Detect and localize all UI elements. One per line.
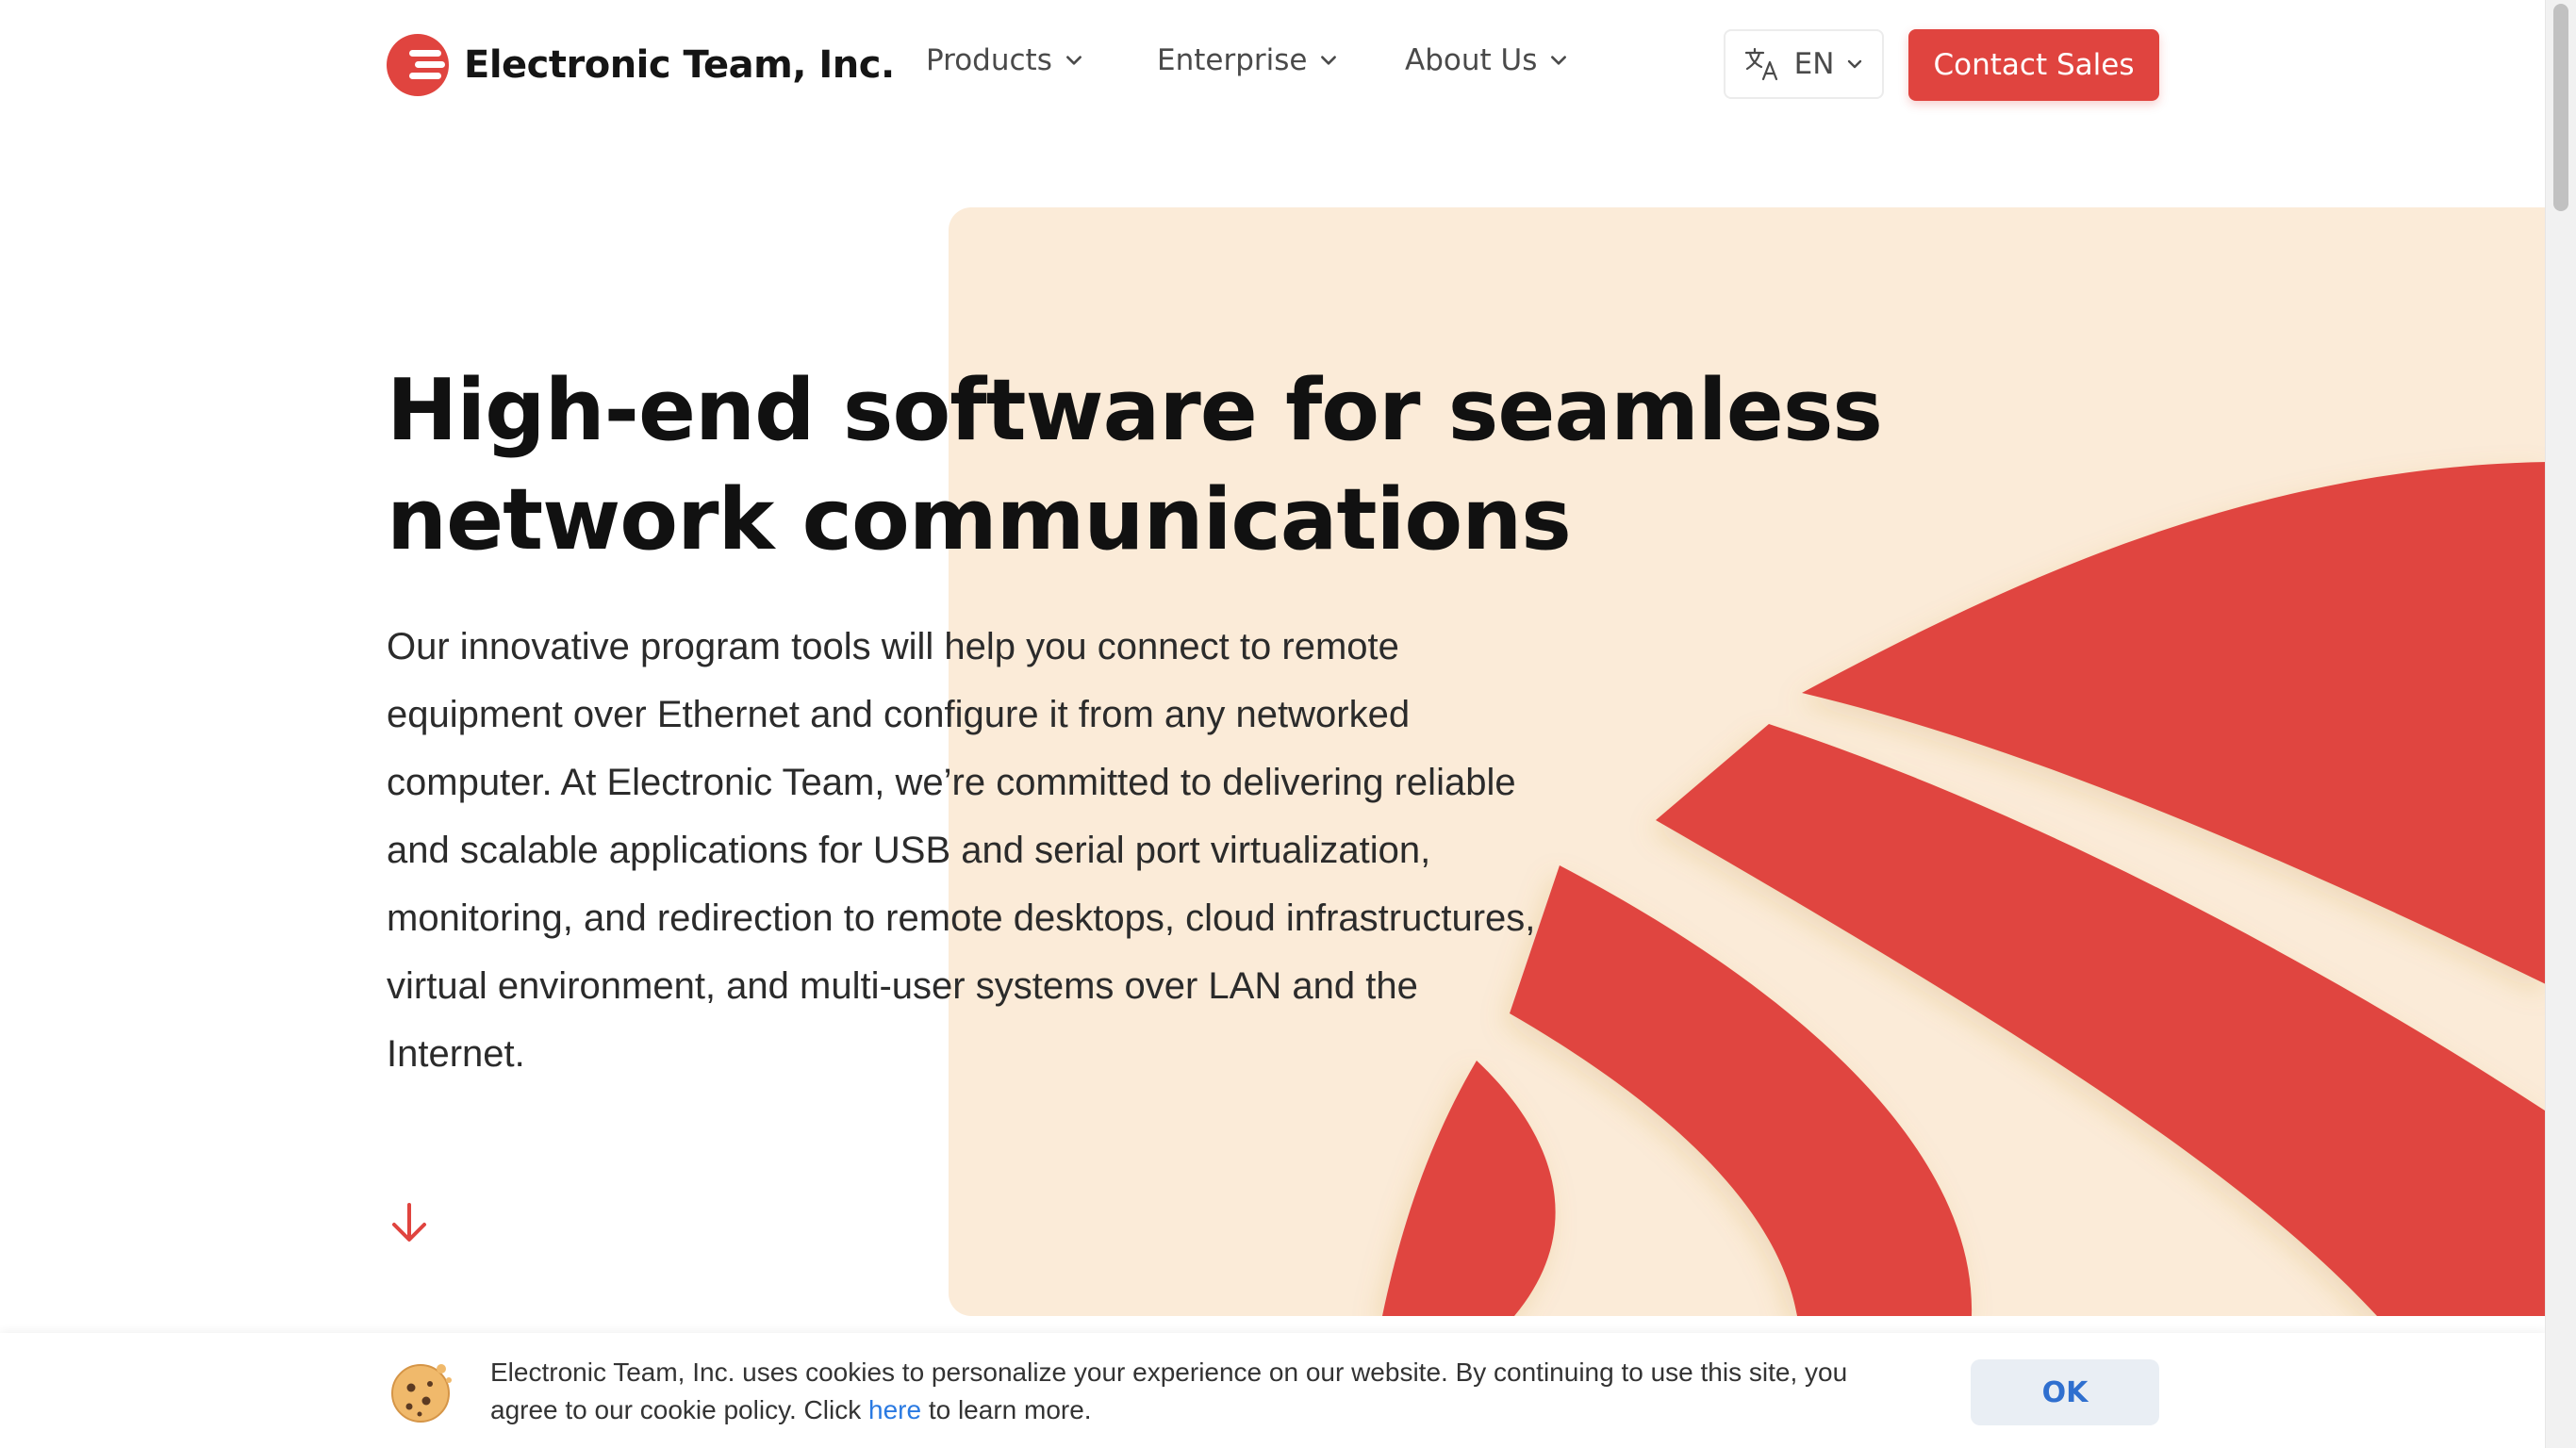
cookie-policy-link[interactable]: here [868,1395,921,1424]
nav-about-us-label: About Us [1405,43,1538,77]
nav-products-label: Products [926,43,1052,77]
cookie-message-line: agree to our cookie policy. Click here t… [490,1391,1924,1429]
description-line: equipment over Ethernet and configure it… [387,694,1411,735]
description-line: Internet. [387,1033,525,1075]
description-line: computer. At Electronic Team, we’re comm… [387,762,1516,803]
translate-icon [1744,47,1777,81]
page-scrollbar[interactable] [2545,0,2576,1448]
cookie-ok-button[interactable]: OK [1971,1359,2159,1425]
chevron-down-icon [1848,59,1862,69]
cookie-banner: Electronic Team, Inc. uses cookies to pe… [0,1333,2546,1448]
site-header: Electronic Team, Inc. Products Enterpris… [0,0,2546,132]
brand-name: Electronic Team, Inc. [464,43,895,87]
headline-line: High-end software for seamless [387,361,1883,460]
nav-about-us[interactable]: About Us [1405,43,1569,77]
headline-line: network communications [387,470,1572,569]
nav-enterprise-label: Enterprise [1157,43,1308,77]
description-line: virtual environment, and multi-user syst… [387,965,1418,1007]
cookie-text-part: to learn more. [921,1395,1092,1424]
cookie-message: Electronic Team, Inc. uses cookies to pe… [490,1354,1924,1429]
cookie-icon [391,1364,452,1423]
nav-products[interactable]: Products [926,43,1084,77]
chevron-down-icon [1065,56,1082,65]
contact-sales-button[interactable]: Contact Sales [1908,29,2159,101]
chevron-down-icon [1321,56,1337,65]
scrollbar-thumb[interactable] [2553,4,2568,211]
arrow-down-icon[interactable] [388,1201,430,1244]
description-line: monitoring, and redirection to remote de… [387,897,1536,939]
hero-description: Our innovative program tools will help y… [387,613,1584,1088]
hero-headline: High-end software for seamless network c… [387,356,2272,575]
description-line: and scalable applications for USB and se… [387,830,1431,871]
cookie-message-line: Electronic Team, Inc. uses cookies to pe… [490,1358,1848,1387]
cookie-text-part: agree to our cookie policy. Click [490,1395,868,1424]
description-line: Our innovative program tools will help y… [387,626,1399,667]
nav-enterprise[interactable]: Enterprise [1157,43,1339,77]
brand-logo[interactable]: Electronic Team, Inc. [387,34,895,96]
chevron-down-icon [1551,56,1567,65]
language-code: EN [1793,47,1835,81]
language-selector[interactable]: EN [1724,29,1884,99]
logo-icon [387,34,449,96]
